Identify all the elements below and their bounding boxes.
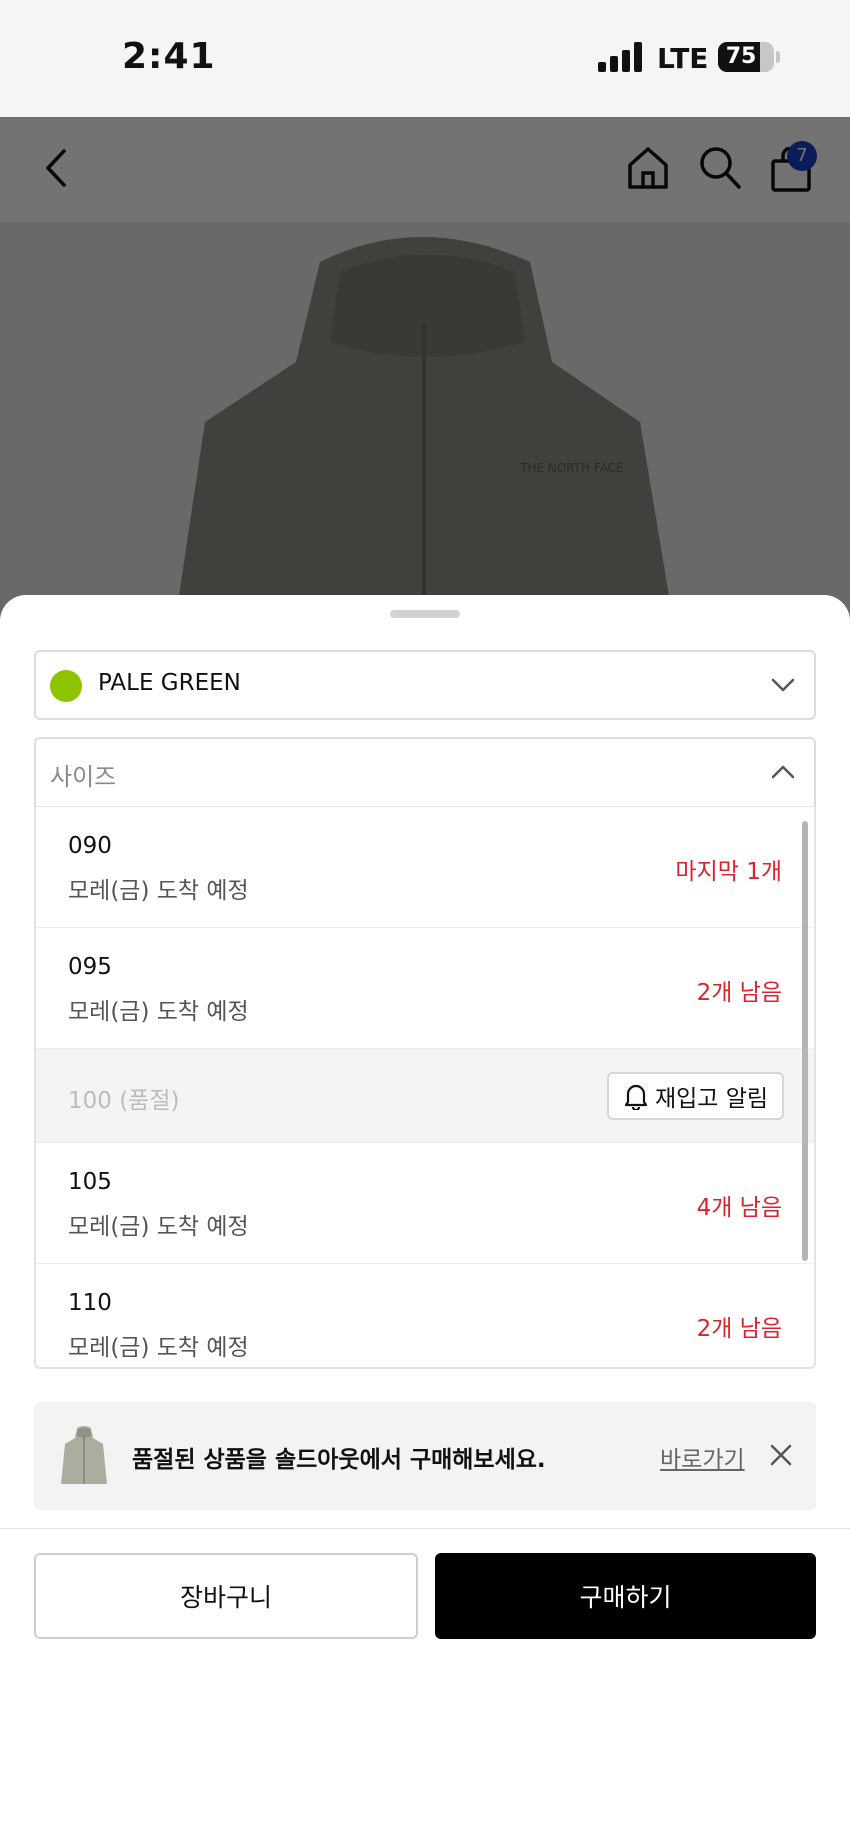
battery-icon: 75 bbox=[718, 42, 774, 72]
stock-status: 4개 남음 bbox=[696, 1195, 782, 1221]
arrival-info: 모레(금) 도착 예정 bbox=[68, 1214, 249, 1240]
sheet-handle[interactable] bbox=[390, 610, 460, 618]
stock-status: 마지막 1개 bbox=[675, 859, 782, 885]
size-list[interactable]: 090 모레(금) 도착 예정 마지막 1개 095 모레(금) 도착 예정 2… bbox=[34, 807, 816, 1369]
size-value: 110 bbox=[68, 1290, 112, 1316]
size-value: 095 bbox=[68, 954, 112, 980]
size-option-090[interactable]: 090 모레(금) 도착 예정 마지막 1개 bbox=[36, 807, 814, 928]
battery-cap bbox=[776, 51, 780, 63]
status-bar: 2:41 LTE 75 bbox=[0, 0, 850, 117]
network-type: LTE bbox=[657, 42, 709, 75]
add-to-cart-button[interactable]: 장바구니 bbox=[34, 1553, 418, 1639]
chevron-down-icon bbox=[771, 678, 795, 692]
signal-icon bbox=[598, 42, 644, 72]
stock-status: 2개 남음 bbox=[696, 1316, 782, 1342]
color-swatch bbox=[50, 670, 82, 702]
bell-icon bbox=[624, 1084, 648, 1110]
size-option-105[interactable]: 105 모레(금) 도착 예정 4개 남음 bbox=[36, 1143, 814, 1264]
scrollbar[interactable] bbox=[802, 821, 808, 1261]
size-option-100-sold-out: 100 (품절) 재입고 알림 bbox=[36, 1049, 814, 1143]
size-value: 090 bbox=[68, 833, 112, 859]
size-option-095[interactable]: 095 모레(금) 도착 예정 2개 남음 bbox=[36, 928, 814, 1049]
size-value: 105 bbox=[68, 1169, 112, 1195]
buy-now-button[interactable]: 구매하기 bbox=[435, 1553, 816, 1639]
soldout-promo-banner: 품절된 상품을 솔드아웃에서 구매해보세요. 바로가기 bbox=[34, 1402, 816, 1510]
size-option-110[interactable]: 110 모레(금) 도착 예정 2개 남음 bbox=[36, 1264, 814, 1367]
color-select[interactable]: PALE GREEN bbox=[34, 650, 816, 720]
arrival-info: 모레(금) 도착 예정 bbox=[68, 1335, 249, 1361]
chevron-up-icon bbox=[771, 765, 795, 779]
promo-message: 품절된 상품을 솔드아웃에서 구매해보세요. bbox=[132, 1447, 546, 1473]
close-icon[interactable] bbox=[768, 1442, 794, 1468]
restock-alert-button[interactable]: 재입고 알림 bbox=[607, 1072, 784, 1120]
stock-status: 2개 남음 bbox=[696, 980, 782, 1006]
size-select-label: 사이즈 bbox=[50, 763, 117, 791]
restock-alert-label: 재입고 알림 bbox=[654, 1086, 769, 1112]
jacket-thumbnail bbox=[61, 1426, 107, 1484]
option-bottom-sheet: PALE GREEN 사이즈 090 모레(금) 도착 예정 마지막 1개 09… bbox=[0, 595, 850, 1842]
arrival-info: 모레(금) 도착 예정 bbox=[68, 878, 249, 904]
status-time: 2:41 bbox=[122, 36, 216, 77]
battery-level: 75 bbox=[725, 44, 757, 69]
color-name: PALE GREEN bbox=[98, 670, 241, 696]
arrival-info: 모레(금) 도착 예정 bbox=[68, 999, 249, 1025]
divider bbox=[0, 1528, 850, 1529]
size-select[interactable]: 사이즈 bbox=[34, 737, 816, 807]
sold-out-label: 100 (품절) bbox=[68, 1088, 180, 1114]
promo-shortcut-link[interactable]: 바로가기 bbox=[660, 1440, 745, 1474]
